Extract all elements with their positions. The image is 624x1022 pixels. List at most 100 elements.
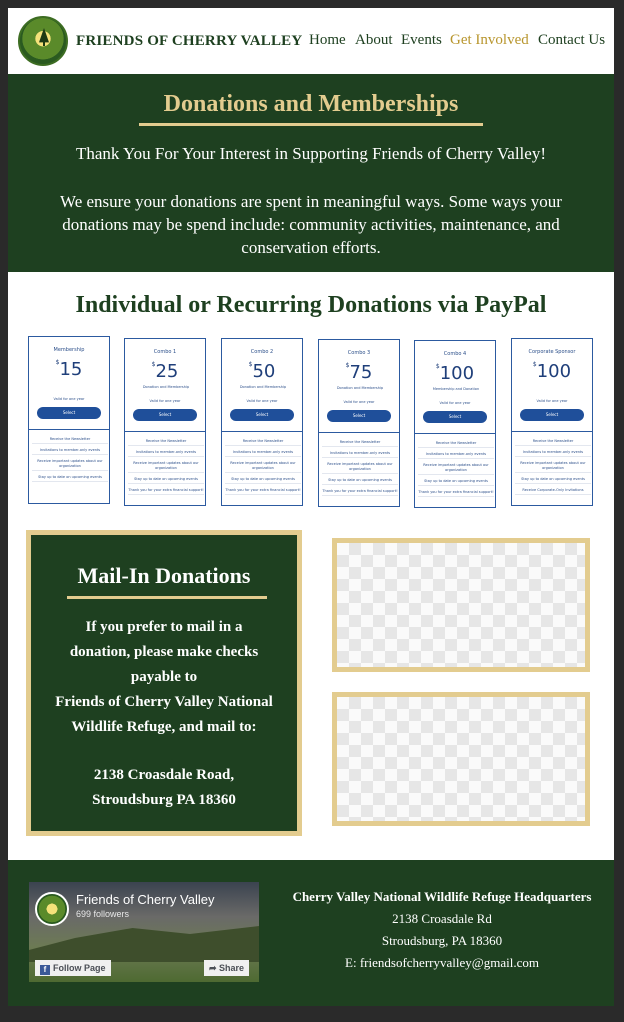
- card-name: Membership: [53, 347, 85, 353]
- card-validity: Valid for one year: [246, 399, 278, 403]
- card-validity: Valid for one year: [53, 397, 85, 401]
- mail-line: Wildlife Refuge, and mail to:: [71, 719, 257, 735]
- benefit-item: Receive important updates about our orga…: [225, 461, 301, 473]
- benefit-item: Invitations to member-only events: [225, 450, 301, 457]
- card-divider: [222, 431, 302, 432]
- card-price: $100: [415, 363, 495, 384]
- card-description: Donation and Membership: [239, 385, 287, 389]
- hq-email[interactable]: E: friendsofcherryvalley@gmail.com: [270, 952, 614, 974]
- benefit-list: Receive the Newsletter Invitations to mem…: [32, 437, 108, 486]
- card-name: Combo 2: [250, 349, 274, 355]
- card-validity: Valid for one year: [149, 399, 181, 403]
- select-button[interactable]: Select: [327, 410, 391, 422]
- benefit-list: Receive the Newsletter Invitations to mem…: [128, 439, 204, 499]
- select-button[interactable]: Select: [133, 409, 197, 421]
- benefit-item: Stay up to date on upcoming events: [32, 475, 108, 482]
- card-description: Donation and Membership: [336, 386, 384, 390]
- share-icon: ➦: [209, 963, 220, 973]
- benefit-item: Stay up to date on upcoming events: [418, 479, 494, 486]
- select-button[interactable]: Select: [520, 409, 584, 421]
- address-line: Stroudsburg PA 18360: [92, 792, 236, 808]
- card-divider: [125, 431, 205, 432]
- benefit-item: Receive the Newsletter: [515, 439, 591, 446]
- mail-line: payable to: [130, 669, 198, 685]
- transparent-image: [337, 697, 585, 821]
- pricing-card: Combo 4 $100 Membership and Donation Valid …: [414, 340, 496, 508]
- share-button[interactable]: ➦ Share: [204, 960, 250, 976]
- share-label: Share: [219, 963, 245, 973]
- image-placeholder-1: [332, 538, 590, 672]
- fb-page-name[interactable]: Friends of Cherry Valley: [76, 892, 214, 907]
- card-description: Membership and Donation: [432, 387, 480, 391]
- card-price: $75: [319, 362, 399, 383]
- card-price: $50: [222, 361, 302, 382]
- price-value: 100: [439, 363, 475, 384]
- transparent-image: [337, 543, 585, 667]
- page: FRIENDS OF CHERRY VALLEY Home About Even…: [8, 8, 614, 1006]
- card-name: Combo 4: [443, 351, 467, 357]
- benefit-item: Invitations to member-only events: [515, 450, 591, 457]
- image-placeholder-2: [332, 692, 590, 826]
- donations-hero: Donations and Memberships Thank You For …: [8, 74, 614, 272]
- nav-contact-us[interactable]: Contact Us: [538, 32, 605, 49]
- card-name: Combo 3: [347, 350, 371, 356]
- price-value: 100: [536, 361, 572, 382]
- fb-followers: 699 followers: [76, 909, 130, 919]
- benefit-item: Stay up to date on upcoming events: [515, 477, 591, 484]
- page-avatar-icon[interactable]: [35, 892, 69, 926]
- hq-city: Stroudsburg, PA 18360: [381, 933, 503, 948]
- site-brand[interactable]: FRIENDS OF CHERRY VALLEY: [76, 33, 302, 50]
- card-validity: Valid for one year: [343, 400, 375, 404]
- card-validity: Valid for one year: [439, 401, 471, 405]
- benefit-item: Thank you for your extra financial suppo…: [225, 488, 301, 495]
- mail-in-title: Mail-In Donations: [77, 563, 251, 588]
- benefit-list: Receive the Newsletter Invitations to mem…: [515, 439, 591, 499]
- benefit-item: Stay up to date on upcoming events: [225, 477, 301, 484]
- footer-contact: Cherry Valley National Wildlife Refuge H…: [270, 886, 614, 974]
- price-value: 75: [349, 362, 373, 383]
- hq-name: Cherry Valley National Wildlife Refuge H…: [292, 889, 592, 904]
- hero-description: We ensure your donations are spent in me…: [60, 192, 562, 257]
- benefit-list: Receive the Newsletter Invitations to mem…: [225, 439, 301, 499]
- follow-page-button[interactable]: f Follow Page: [35, 960, 111, 976]
- benefit-item: Receive the Newsletter: [128, 439, 204, 446]
- card-price: $100: [512, 361, 592, 382]
- select-button[interactable]: Select: [230, 409, 294, 421]
- card-divider: [415, 433, 495, 434]
- nav-get-involved[interactable]: Get Involved: [450, 32, 529, 49]
- address-line: 2138 Croasdale Road,: [93, 767, 235, 783]
- pricing-card: Corporate Sponsor $100 Valid for one year S…: [511, 338, 593, 506]
- card-divider: [29, 429, 109, 430]
- nav-about[interactable]: About: [355, 32, 393, 49]
- card-name: Corporate Sponsor: [528, 349, 576, 355]
- mail-in-panel: Mail-In Donations If you prefer to mail …: [26, 530, 302, 836]
- mail-in-address: 2138 Croasdale Road, Stroudsburg PA 1836…: [31, 763, 297, 813]
- price-value: 25: [155, 361, 179, 382]
- paypal-heading: Individual or Recurring Donations via Pa…: [75, 292, 547, 318]
- benefit-item: Stay up to date on upcoming events: [128, 477, 204, 484]
- hero-thanks: Thank You For Your Interest in Supportin…: [75, 144, 546, 163]
- site-header: FRIENDS OF CHERRY VALLEY Home About Even…: [8, 8, 614, 74]
- landscape-photo: [29, 926, 259, 962]
- tree-icon: [39, 28, 49, 46]
- pricing-card: Combo 1 $25 Donation and Membership Valid f…: [124, 338, 206, 506]
- follow-label: Follow Page: [53, 963, 106, 973]
- benefit-item: Receive the Newsletter: [225, 439, 301, 446]
- nav-events[interactable]: Events: [401, 32, 442, 49]
- facebook-widget[interactable]: Friends of Cherry Valley 699 followers f…: [29, 882, 259, 982]
- title-underline: [139, 123, 483, 126]
- select-button[interactable]: Select: [423, 411, 487, 423]
- benefit-list: Receive the Newsletter Invitations to mem…: [322, 440, 398, 500]
- nav-home[interactable]: Home: [309, 32, 346, 49]
- benefit-item: Invitations to member-only events: [322, 451, 398, 458]
- select-button[interactable]: Select: [37, 407, 101, 419]
- card-name: Combo 1: [153, 349, 177, 355]
- mail-line: donation, please make checks: [69, 644, 259, 660]
- site-footer: Friends of Cherry Valley 699 followers f…: [8, 860, 614, 1006]
- card-divider: [512, 431, 592, 432]
- price-value: 50: [252, 361, 276, 382]
- pricing-card: Membership $15 Valid for one year Select Rec…: [28, 336, 110, 504]
- card-description: Donation and Membership: [142, 385, 190, 389]
- logo-icon[interactable]: [18, 16, 68, 66]
- facebook-icon: f: [40, 965, 50, 975]
